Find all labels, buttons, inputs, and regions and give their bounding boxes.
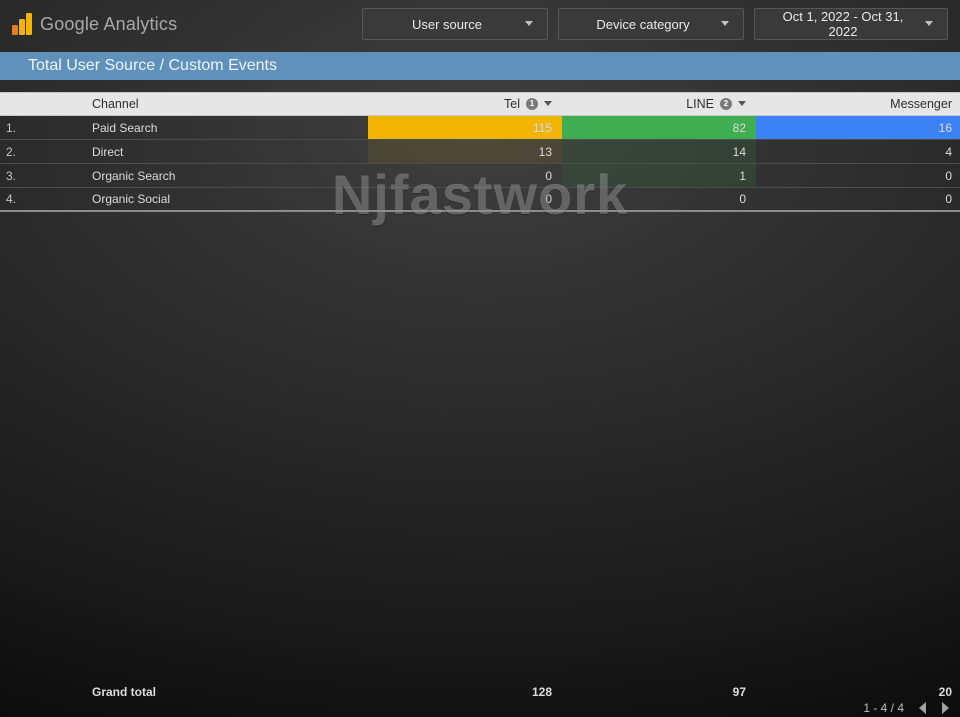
row-messenger: 16 xyxy=(756,116,960,139)
chevron-down-icon xyxy=(544,101,552,107)
grand-total-messenger: 20 xyxy=(756,685,960,699)
pager-next-button[interactable] xyxy=(941,702,950,714)
row-tel: 115 xyxy=(368,116,562,139)
report-title: Total User Source / Custom Events xyxy=(28,57,277,75)
table-body: 1.Paid Search11582162.Direct131443.Organ… xyxy=(0,116,960,212)
header-line[interactable]: LINE 2 xyxy=(562,97,756,111)
table-row[interactable]: 2.Direct13144 xyxy=(0,140,960,164)
row-line: 14 xyxy=(562,140,756,163)
table-row[interactable]: 3.Organic Search010 xyxy=(0,164,960,188)
row-messenger: 0 xyxy=(756,164,960,187)
row-tel: 13 xyxy=(368,140,562,163)
header-tel[interactable]: Tel 1 xyxy=(368,97,562,111)
row-index: 1. xyxy=(0,116,92,139)
row-channel: Paid Search xyxy=(92,116,368,139)
dimension2-select[interactable]: Device category xyxy=(558,8,744,40)
row-messenger: 0 xyxy=(756,188,960,210)
row-index: 3. xyxy=(0,164,92,187)
dimension1-label: User source xyxy=(379,17,515,32)
row-messenger: 4 xyxy=(756,140,960,163)
pager-text: 1 - 4 / 4 xyxy=(863,701,904,715)
chevron-down-icon xyxy=(925,21,933,27)
info-icon: 1 xyxy=(526,98,538,110)
grand-total-label: Grand total xyxy=(92,685,368,699)
row-channel: Organic Social xyxy=(92,188,368,210)
row-line: 0 xyxy=(562,188,756,210)
row-channel: Organic Search xyxy=(92,164,368,187)
chevron-down-icon xyxy=(721,21,729,27)
chevron-down-icon xyxy=(525,21,533,27)
header-tel-label: Tel xyxy=(504,97,520,111)
dimension2-label: Device category xyxy=(575,17,711,32)
report-title-banner: Total User Source / Custom Events xyxy=(0,52,960,80)
chevron-down-icon xyxy=(738,101,746,107)
pager-prev-button[interactable] xyxy=(918,702,927,714)
grand-total-row: Grand total 128 97 20 xyxy=(0,679,960,705)
table-row[interactable]: 4.Organic Social000 xyxy=(0,188,960,212)
row-index: 2. xyxy=(0,140,92,163)
header-messenger[interactable]: Messenger xyxy=(756,97,960,111)
row-channel: Direct xyxy=(92,140,368,163)
date-range-label: Oct 1, 2022 - Oct 31, 2022 xyxy=(771,9,915,39)
report-table: Channel Tel 1 LINE 2 Messenger 1.Paid Se… xyxy=(0,92,960,212)
brand-name: Google Analytics xyxy=(40,14,177,35)
table-row[interactable]: 1.Paid Search1158216 xyxy=(0,116,960,140)
grand-total-line: 97 xyxy=(562,685,756,699)
info-icon: 2 xyxy=(720,98,732,110)
pager: 1 - 4 / 4 xyxy=(863,701,950,715)
brand: Google Analytics xyxy=(12,13,177,35)
row-line: 82 xyxy=(562,116,756,139)
row-line: 1 xyxy=(562,164,756,187)
header-line-label: LINE xyxy=(686,97,714,111)
table-header-row: Channel Tel 1 LINE 2 Messenger xyxy=(0,92,960,116)
date-range-select[interactable]: Oct 1, 2022 - Oct 31, 2022 xyxy=(754,8,948,40)
ga-logo-icon xyxy=(12,13,32,35)
top-bar: Google Analytics User source Device cate… xyxy=(0,0,960,48)
grand-total-tel: 128 xyxy=(368,685,562,699)
row-tel: 0 xyxy=(368,188,562,210)
row-index: 4. xyxy=(0,188,92,210)
header-channel[interactable]: Channel xyxy=(92,97,368,111)
dimension1-select[interactable]: User source xyxy=(362,8,548,40)
row-tel: 0 xyxy=(368,164,562,187)
